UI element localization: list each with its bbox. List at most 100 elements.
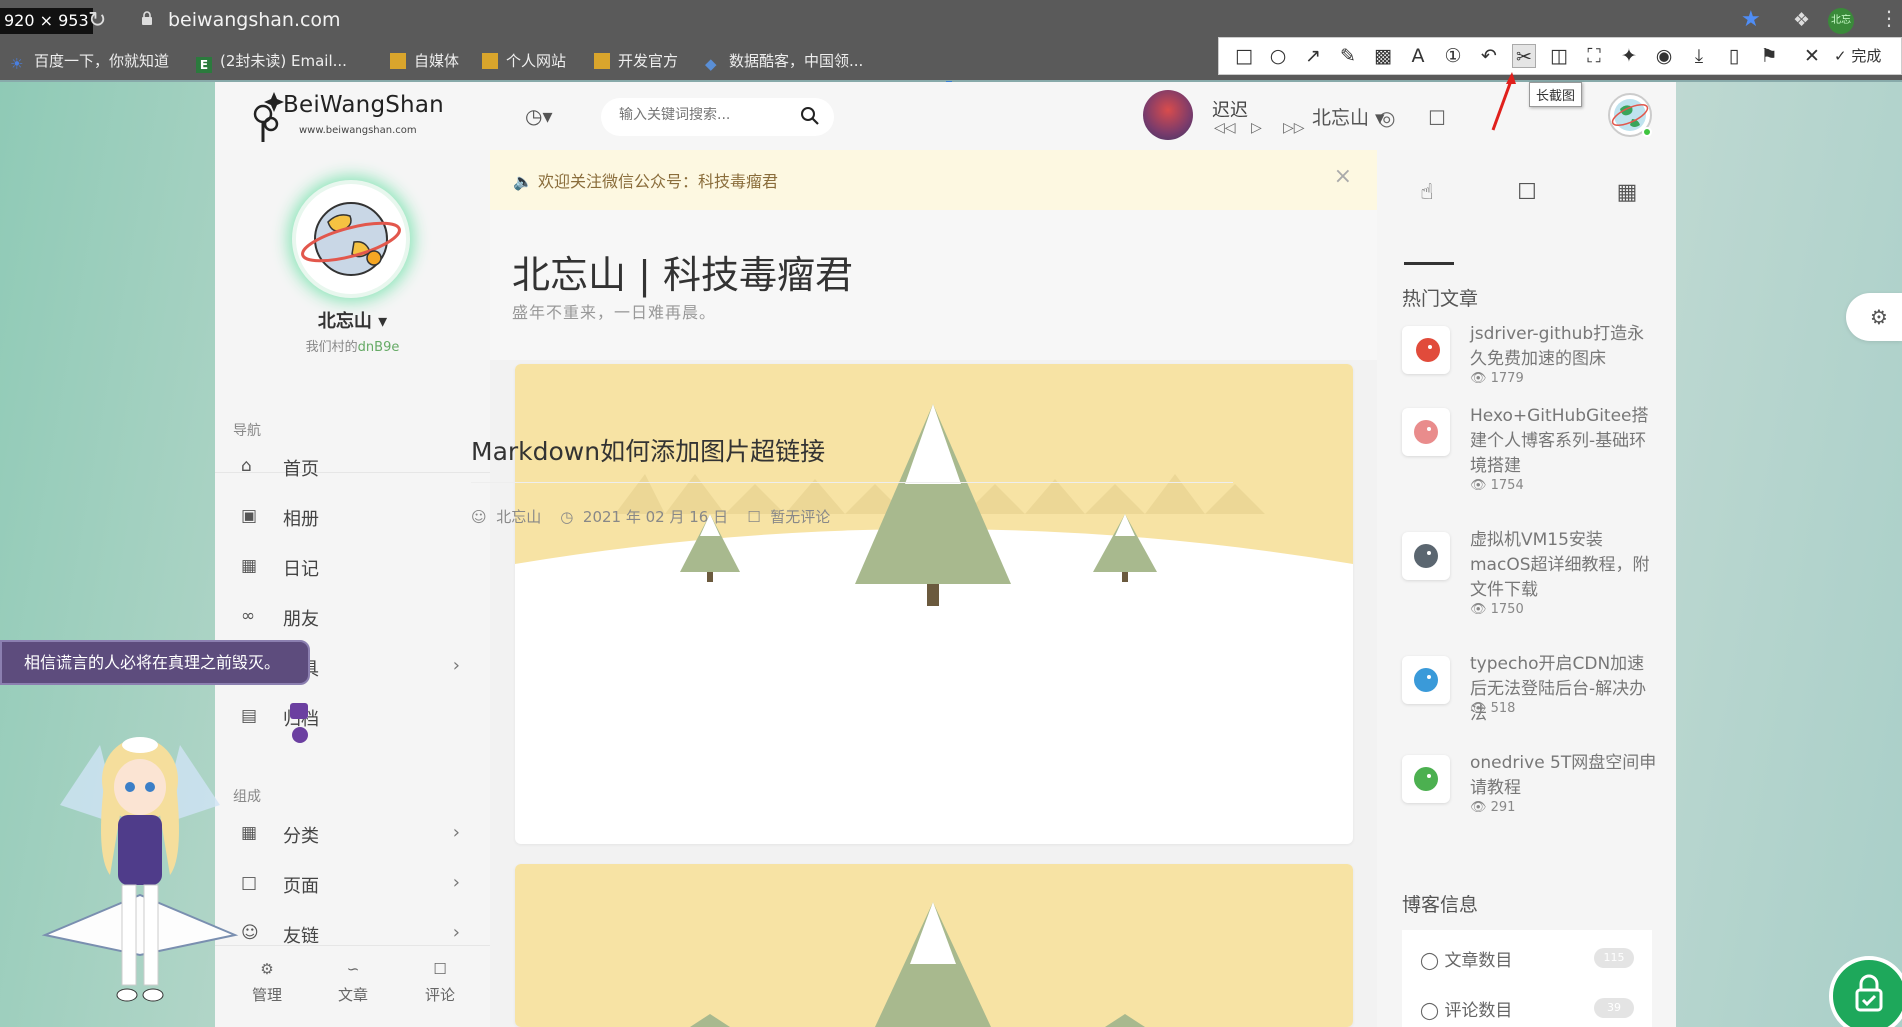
play-icon[interactable]: ▷: [1251, 120, 1262, 136]
sidebar-item-album[interactable]: ▣ 相册: [215, 497, 490, 537]
folder-icon: [594, 53, 610, 69]
chevron-right-icon: ›: [452, 922, 460, 943]
reload-icon[interactable]: ↻: [88, 8, 106, 33]
hot-articles-title: 热门文章: [1402, 288, 1479, 310]
bookmark-email[interactable]: E (2封未读) Email...: [196, 50, 347, 73]
close-icon[interactable]: ×: [1334, 164, 1352, 189]
search-input[interactable]: [619, 107, 789, 123]
comments-link[interactable]: ☐ 评论: [405, 960, 475, 1005]
bookmark-baidu[interactable]: ☀ 百度一下，你就知道: [10, 50, 169, 73]
header-avatar[interactable]: [1608, 93, 1652, 137]
url-text[interactable]: beiwangshan.com: [168, 8, 341, 32]
bookmark-folder-site[interactable]: 个人网站: [482, 50, 566, 71]
next-track-icon[interactable]: ▷▷: [1283, 120, 1305, 136]
ssl-security-badge[interactable]: [1829, 956, 1902, 1027]
music-cover[interactable]: [1143, 90, 1193, 140]
article-thumbnail[interactable]: [1402, 408, 1450, 456]
home-icon: ⌂: [241, 456, 252, 476]
sidebar-item-pages[interactable]: □ 页面 ›: [215, 864, 490, 904]
profile-extension-icon[interactable]: 北忘: [1828, 8, 1854, 34]
hot-article-title[interactable]: 虚拟机VM15安装macOS超详细教程，附文件下载: [1470, 528, 1660, 603]
post-title[interactable]: Markdown如何添加图片超链接: [471, 432, 825, 468]
tab-hot[interactable]: ☝: [1377, 180, 1477, 205]
phone-icon[interactable]: ▯: [1722, 44, 1746, 68]
e-icon: E: [196, 57, 212, 73]
admin-link[interactable]: ⚙ 管理: [232, 960, 302, 1005]
bookmark-folder-dev[interactable]: 开发官方: [594, 50, 678, 71]
bookmark-icon[interactable]: ⚑: [1757, 44, 1781, 68]
rss-link[interactable]: ∽ 文章: [318, 960, 388, 1005]
settings-button[interactable]: ⚙: [1846, 293, 1902, 341]
download-icon[interactable]: ⤓: [1687, 44, 1711, 68]
notice-bar: 🔈 欢迎关注微信公众号：科技毒瘤君 ×: [490, 150, 1377, 210]
hot-article-title[interactable]: onedrive 5T网盘空间申请教程: [1470, 751, 1660, 801]
post-author[interactable]: 北忘山: [496, 508, 541, 526]
image-icon: ▣: [241, 506, 258, 526]
post-card[interactable]: [515, 864, 1353, 1027]
undo-icon[interactable]: ↶: [1477, 44, 1501, 68]
view-count: 👁 291: [1470, 800, 1516, 815]
sidebar-item-friends[interactable]: ∞ 朋友: [215, 597, 490, 637]
tab-gifts[interactable]: ▦: [1577, 180, 1677, 205]
pen-tool-icon[interactable]: ✎: [1336, 44, 1360, 68]
article-thumbnail[interactable]: [1402, 532, 1450, 580]
gear-icon: ⚙: [1870, 305, 1888, 329]
tab-comments[interactable]: ☐: [1477, 180, 1577, 205]
bookmark-data[interactable]: ◆ 数据酷客，中国领...: [705, 50, 863, 73]
article-thumbnail[interactable]: [1402, 755, 1450, 803]
mascot-character[interactable]: [40, 705, 240, 1027]
planet-avatar-icon: [301, 202, 401, 276]
theme-clock-icon[interactable]: ◷▾: [525, 104, 553, 128]
article-thumbnail[interactable]: [1402, 656, 1450, 704]
cancel-icon[interactable]: ✕: [1800, 44, 1824, 68]
search-icon[interactable]: [800, 106, 820, 126]
screenshot-toolbar: □ ○ ↗ ✎ ▩ A ① ↶ ✂ ◫ ⛶ ✦ ◉ ⤓ ▯ ⚑ ✕ ✓ 完成: [1218, 37, 1902, 75]
sidebar-item-diary[interactable]: ▦ 日记: [215, 547, 490, 587]
mascot-chat-icon[interactable]: [290, 703, 308, 719]
bookmark-folder-media[interactable]: 自媒体: [390, 50, 459, 71]
message-icon[interactable]: ☐: [1428, 106, 1446, 130]
gear-icon: ⚙: [260, 960, 274, 978]
prev-track-icon[interactable]: ◁◁: [1214, 120, 1236, 136]
ellipse-tool-icon[interactable]: ○: [1266, 44, 1290, 68]
hot-article-title[interactable]: Hexo+GitHubGitee搭建个人博客系列-基础环境搭建: [1470, 404, 1660, 479]
post-comments[interactable]: 暂无评论: [770, 508, 830, 526]
post-count-badge: 115: [1594, 948, 1634, 968]
song-title: 迟迟: [1212, 100, 1248, 121]
menu-kebab-icon[interactable]: ⋮: [1879, 6, 1899, 30]
sidebar-item-home[interactable]: ⌂ 首页: [215, 447, 490, 487]
arrow-tool-icon[interactable]: ↗: [1301, 44, 1325, 68]
search-box[interactable]: [601, 98, 834, 136]
sidebar-item-archive[interactable]: ▤ 归档: [215, 697, 490, 737]
header-user-name[interactable]: 北忘山 ▾: [1312, 103, 1385, 130]
comment-icon: ☐: [1517, 180, 1537, 205]
rss-icon: ∽: [346, 960, 360, 978]
ocr-icon[interactable]: ⛶: [1582, 44, 1606, 68]
bookmark-star-icon[interactable]: ★: [1741, 7, 1761, 32]
hot-article-title[interactable]: jsdriver-github打造永久免费加速的图床: [1470, 322, 1660, 372]
number-tool-icon[interactable]: ①: [1441, 44, 1465, 68]
rectangle-tool-icon[interactable]: □: [1232, 44, 1256, 68]
article-thumbnail[interactable]: [1402, 326, 1450, 374]
text-tool-icon[interactable]: A: [1406, 44, 1430, 68]
profile-name[interactable]: 北忘山 ▾: [215, 307, 490, 333]
pin-icon[interactable]: ✦: [1617, 44, 1641, 68]
extensions-icon[interactable]: ❖: [1793, 9, 1810, 31]
long-screenshot-icon[interactable]: ✂: [1512, 44, 1536, 68]
gift-icon: ▦: [1616, 180, 1638, 205]
browser-address-bar: 920 × 953 ↻ beiwangshan.com ★ ❖ 北忘 ⋮: [0, 0, 1902, 40]
sidebar-item-category[interactable]: ▦ 分类 ›: [215, 814, 490, 854]
author-icon: ☺: [471, 508, 487, 526]
mascot-power-icon[interactable]: [292, 727, 308, 743]
post-cover-image[interactable]: [515, 364, 1353, 632]
mosaic-tool-icon[interactable]: ▩: [1371, 44, 1395, 68]
file-icon: □: [241, 873, 258, 893]
notice-text: 🔈 欢迎关注微信公众号：科技毒瘤君: [513, 172, 779, 191]
record-icon[interactable]: ◉: [1652, 44, 1676, 68]
red-arrow-annotation: [1491, 72, 1516, 131]
profile-avatar[interactable]: [292, 180, 410, 298]
post-cover-image[interactable]: [515, 864, 1353, 1027]
logo-text[interactable]: BeiWangShan: [283, 92, 444, 118]
translate-icon[interactable]: ◫: [1547, 44, 1571, 68]
done-button[interactable]: ✓ 完成: [1834, 44, 1881, 68]
